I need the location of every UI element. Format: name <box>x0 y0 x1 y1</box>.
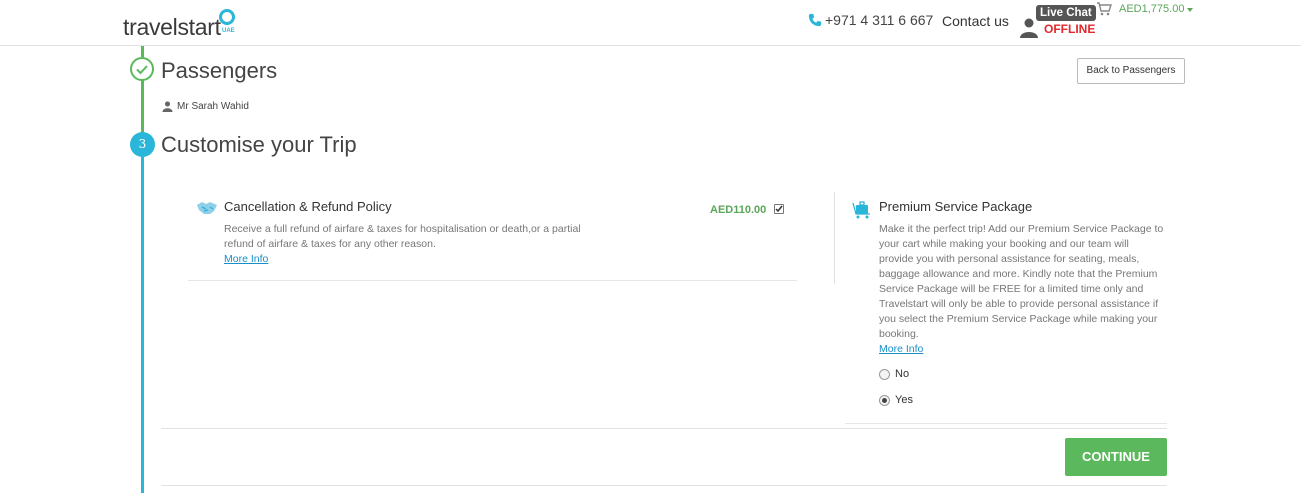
passenger-name: Mr Sarah Wahid <box>177 101 249 112</box>
passenger-entry: Mr Sarah Wahid <box>162 101 249 112</box>
progress-line-complete <box>141 80 144 135</box>
back-to-passengers-button[interactable]: Back to Passengers <box>1077 58 1185 84</box>
handshake-icon <box>197 202 217 214</box>
logo-text: travelstart <box>123 14 221 40</box>
cancellation-checkbox[interactable] <box>774 204 784 214</box>
contact-us-link[interactable]: Contact us <box>942 13 1009 29</box>
person-icon <box>1020 18 1038 38</box>
customise-heading: Customise your Trip <box>161 132 357 157</box>
premium-service-title: Premium Service Package <box>879 199 1033 214</box>
progress-line-active <box>141 157 144 493</box>
radio-no[interactable] <box>879 368 890 380</box>
live-chat-widget[interactable]: Live Chat OFFLINE <box>1018 3 1098 41</box>
premium-service-description: Make it the perfect trip! Add our Premiu… <box>879 223 1164 340</box>
divider <box>161 485 1167 486</box>
divider <box>188 280 797 281</box>
divider <box>845 423 1167 424</box>
phone-number[interactable]: +971 4 311 6 667 <box>808 12 933 28</box>
radio-no-label: No <box>895 368 910 380</box>
checkmark-icon <box>775 205 783 213</box>
cart-total[interactable]: AED1,775.00 <box>1119 3 1184 15</box>
continue-button[interactable]: CONTINUE <box>1065 438 1167 476</box>
step-complete-indicator <box>130 57 154 81</box>
phone-icon <box>808 13 822 27</box>
logo-ring-icon <box>219 9 235 25</box>
cart-icon[interactable] <box>1096 2 1112 16</box>
progress-line-top <box>141 46 144 57</box>
logo-region: UAE <box>222 28 235 34</box>
checkmark-icon <box>136 65 148 75</box>
live-chat-label: Live Chat <box>1036 5 1096 21</box>
radio-yes-label: Yes <box>895 394 913 406</box>
cancellation-price: AED110.00 <box>710 204 767 216</box>
user-icon <box>162 101 173 112</box>
chat-status-badge: OFFLINE <box>1044 22 1096 36</box>
phone-text: +971 4 311 6 667 <box>825 12 934 28</box>
premium-more-info-link[interactable]: More Info <box>879 343 923 355</box>
cancellation-policy-title: Cancellation & Refund Policy <box>224 199 392 214</box>
chevron-down-icon[interactable] <box>1187 8 1193 12</box>
premium-option-yes[interactable]: Yes <box>879 394 913 406</box>
cancellation-description: Receive a full refund of airfare & taxes… <box>224 223 581 250</box>
luggage-cart-icon <box>852 201 870 219</box>
cancellation-more-info-link[interactable]: More Info <box>224 253 268 265</box>
site-header: travelstart UAE +971 4 311 6 667 Contact… <box>0 0 1301 46</box>
radio-yes[interactable] <box>879 394 890 406</box>
vertical-divider <box>834 192 835 284</box>
passengers-heading: Passengers <box>161 58 278 83</box>
step-number-badge: 3 <box>130 132 155 157</box>
premium-option-no[interactable]: No <box>879 368 909 380</box>
divider <box>161 428 1167 429</box>
